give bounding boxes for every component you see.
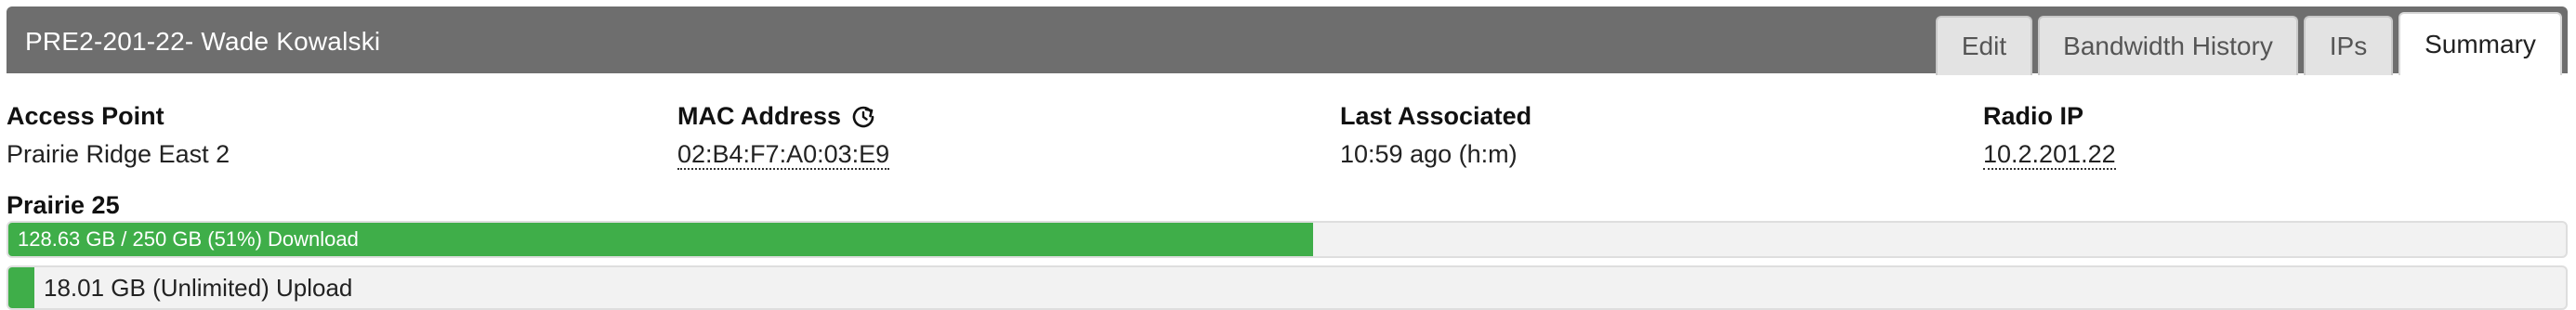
- download-usage-bar: 128.63 GB / 250 GB (51%) Download: [7, 221, 2568, 258]
- tab-bandwidth-history[interactable]: Bandwidth History: [2038, 16, 2298, 75]
- mac-address-value[interactable]: 02:B4:F7:A0:03:E9: [677, 140, 890, 170]
- refresh-icon[interactable]: [850, 104, 876, 130]
- upload-usage-text: 18.01 GB (Unlimited) Upload: [44, 273, 353, 302]
- radio-ip-label: Radio IP: [1983, 102, 2084, 130]
- upload-usage-bar: 18.01 GB (Unlimited) Upload: [7, 265, 2568, 310]
- access-point-value: Prairie Ridge East 2: [7, 140, 230, 168]
- page-title: PRE2-201-22- Wade Kowalski: [25, 27, 381, 56]
- upload-usage-fill: [8, 267, 34, 308]
- radio-ip-section: Radio IP 10.2.201.22: [1983, 102, 2116, 170]
- last-associated-section: Last Associated 10:59 ago (h:m): [1340, 102, 1531, 169]
- mac-address-label: MAC Address: [677, 102, 842, 130]
- tab-edit[interactable]: Edit: [1936, 16, 2032, 75]
- tab-bar: Edit Bandwidth History IPs Summary: [1936, 12, 2562, 75]
- plan-name: Prairie 25: [7, 191, 120, 219]
- mac-address-label-row: MAC Address: [677, 102, 889, 131]
- download-usage-text: 128.63 GB / 250 GB (51%) Download: [18, 227, 359, 251]
- mac-address-section: MAC Address 02:B4:F7:A0:03:E9: [677, 102, 890, 170]
- header-bar: PRE2-201-22- Wade Kowalski Edit Bandwidt…: [7, 6, 2568, 75]
- access-point-section: Access Point Prairie Ridge East 2: [7, 102, 230, 169]
- access-point-label: Access Point: [7, 102, 164, 130]
- last-associated-value: 10:59 ago (h:m): [1340, 140, 1518, 168]
- tab-summary[interactable]: Summary: [2399, 12, 2562, 75]
- tab-ips[interactable]: IPs: [2304, 16, 2393, 75]
- last-associated-label: Last Associated: [1340, 102, 1532, 130]
- radio-ip-value[interactable]: 10.2.201.22: [1983, 140, 2116, 170]
